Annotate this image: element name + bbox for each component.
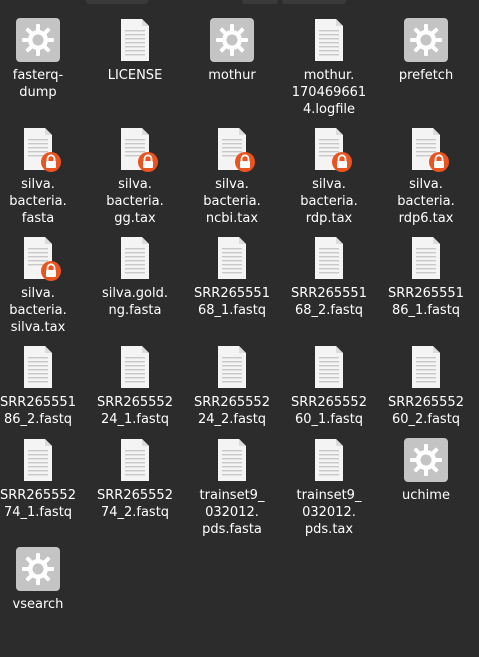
file-item[interactable]: silva. bacteria. rdp6.tax [378, 125, 474, 237]
document-icon [14, 436, 62, 484]
file-name-label: trainset9_ 032012. pds.fasta [199, 488, 265, 538]
file-item[interactable]: silva. bacteria. gg.tax [87, 125, 183, 237]
file-name-label: silva. bacteria. fasta [9, 177, 67, 227]
document-icon [208, 234, 256, 282]
file-name-label: SRR265552 60_1.fastq [291, 395, 367, 428]
document-icon [111, 234, 159, 282]
file-icon-grid: fasterq- dump LICENSE mothur mothur. 170469… [0, 0, 479, 616]
file-name-label: SRR265552 60_2.fastq [388, 395, 464, 428]
locked-document-icon [14, 125, 62, 173]
file-name-label: silva.gold. ng.fasta [102, 286, 168, 319]
file-name-label: SRR265552 24_1.fastq [97, 395, 173, 428]
executable-icon [402, 16, 450, 64]
file-item[interactable]: prefetch [378, 16, 474, 128]
document-icon [111, 16, 159, 64]
document-icon [14, 343, 62, 391]
file-item[interactable]: silva. bacteria. fasta [0, 125, 86, 237]
file-name-label: trainset9_ 032012. pds.tax [296, 488, 362, 538]
file-item[interactable]: silva. bacteria. silva.tax [0, 234, 86, 346]
file-name-label: SRR265552 74_2.fastq [97, 488, 173, 521]
file-item[interactable]: silva.gold. ng.fasta [87, 234, 183, 346]
file-item[interactable]: trainset9_ 032012. pds.tax [281, 436, 377, 548]
locked-document-icon [111, 125, 159, 173]
file-name-label: silva. bacteria. ncbi.tax [203, 177, 261, 227]
file-name-label: SRR265551 68_1.fastq [194, 286, 270, 319]
document-icon [305, 234, 353, 282]
file-name-label: vsearch [12, 597, 64, 612]
file-name-label: SRR265552 74_1.fastq [0, 488, 76, 521]
file-item[interactable]: SRR265552 74_1.fastq [0, 436, 86, 548]
file-name-label: fasterq- dump [12, 68, 64, 101]
file-item[interactable]: uchime [378, 436, 474, 548]
file-item[interactable]: SRR265551 68_2.fastq [281, 234, 377, 346]
executable-icon [14, 16, 62, 64]
file-item[interactable]: SRR265551 68_1.fastq [184, 234, 280, 346]
executable-icon [402, 436, 450, 484]
document-icon [305, 343, 353, 391]
document-icon [208, 343, 256, 391]
file-name-label: silva. bacteria. silva.tax [9, 286, 67, 336]
file-item[interactable]: vsearch [0, 545, 86, 657]
file-name-label: SRR265551 86_1.fastq [388, 286, 464, 319]
file-item[interactable]: mothur. 170469661 4.logfile [281, 16, 377, 128]
locked-document-icon [208, 125, 256, 173]
file-item[interactable]: mothur [184, 16, 280, 128]
file-item[interactable]: trainset9_ 032012. pds.fasta [184, 436, 280, 548]
locked-document-icon [402, 125, 450, 173]
file-name-label: uchime [402, 488, 450, 503]
document-icon [402, 234, 450, 282]
document-icon [208, 436, 256, 484]
locked-document-icon [305, 125, 353, 173]
document-icon [111, 343, 159, 391]
document-icon [305, 16, 353, 64]
document-icon [111, 436, 159, 484]
document-icon [305, 436, 353, 484]
file-item[interactable]: silva. bacteria. rdp.tax [281, 125, 377, 237]
file-name-label: silva. bacteria. rdp6.tax [397, 177, 455, 227]
file-name-label: LICENSE [107, 68, 163, 83]
file-name-label: prefetch [398, 68, 454, 83]
file-name-label: SRR265552 24_2.fastq [194, 395, 270, 428]
file-name-label: mothur. 170469661 4.logfile [291, 68, 367, 118]
file-item[interactable]: SRR265552 74_2.fastq [87, 436, 183, 548]
file-item[interactable]: fasterq- dump [0, 16, 86, 128]
file-name-label: SRR265551 86_2.fastq [0, 395, 76, 428]
file-item[interactable]: SRR265551 86_1.fastq [378, 234, 474, 346]
file-name-label: SRR265551 68_2.fastq [291, 286, 367, 319]
file-name-label: silva. bacteria. rdp.tax [300, 177, 358, 227]
file-item[interactable]: LICENSE [87, 16, 183, 128]
document-icon [402, 343, 450, 391]
locked-document-icon [14, 234, 62, 282]
file-name-label: silva. bacteria. gg.tax [106, 177, 164, 227]
file-item[interactable]: silva. bacteria. ncbi.tax [184, 125, 280, 237]
executable-icon [208, 16, 256, 64]
executable-icon [14, 545, 62, 593]
file-name-label: mothur [208, 68, 256, 83]
